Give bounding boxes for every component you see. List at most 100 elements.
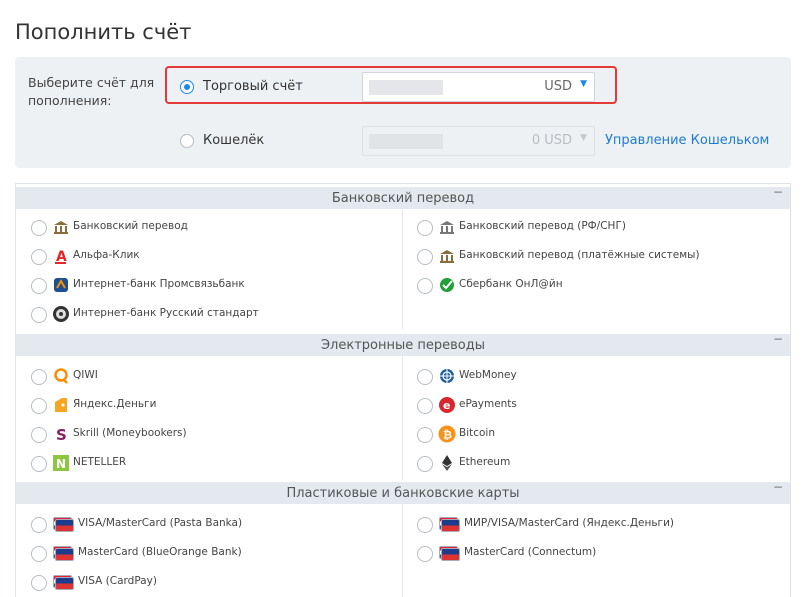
payment-method-bank-transfer-rf[interactable]: Банковский перевод (РФ/СНГ) [417,216,777,238]
group-header-bank-transfer[interactable]: Банковский перевод − [16,185,790,209]
psb-icon [54,278,68,292]
payment-radio[interactable] [31,546,47,562]
choose-account-label: Выберите счёт для пополнения: [28,75,155,108]
payment-method-qiwi[interactable]: QIWI [31,365,391,387]
payment-method-russian-standard[interactable]: Интернет-банк Русский стандарт [31,303,391,325]
column-divider [402,356,403,480]
payment-method-label: WebMoney [459,369,517,381]
group-title: Банковский перевод [331,191,475,206]
payment-radio[interactable] [31,220,47,236]
payment-radio[interactable] [417,249,433,265]
payment-method-psb[interactable]: Интернет-банк Промсвязьбанк [31,274,391,296]
payment-method-skrill[interactable]: S Skrill (Moneybookers) [31,423,391,445]
yandex-money-icon [55,398,67,412]
wallet-select: 0 USD ▼ [362,126,595,156]
payment-methods-panel: Банковский перевод − Банковский перевод … [15,183,791,597]
svg-text:S: S [56,426,67,443]
payment-method-label: Сбербанк ОнЛ@йн [459,278,563,290]
alfa-icon: А [55,249,67,265]
payment-method-label: VISA (CardPay) [78,575,157,587]
payment-method-bitcoin[interactable]: ₿ Bitcoin [417,423,777,445]
group-title: Электронные переводы [320,338,486,353]
collapse-icon[interactable]: − [773,480,783,494]
bank-icon [440,221,454,234]
payment-method-card-connectum[interactable]: MasterCard (Connectum) [417,542,777,564]
payment-method-neteller[interactable]: N NETELLER [31,452,391,474]
masked-account-number [369,80,443,95]
group-header-cards[interactable]: Пластиковые и банковские карты − [16,480,790,504]
payment-method-label: МИР/VISA/MasterCard (Яндекс.Деньги) [464,517,674,529]
collapse-icon[interactable]: − [773,185,783,199]
manage-wallet-link[interactable]: Управление Кошельком [605,133,769,148]
payment-radio[interactable] [31,398,47,414]
payment-method-bank-transfer[interactable]: Банковский перевод [31,216,391,238]
payment-method-label: QIWI [73,369,98,381]
column-divider [402,209,403,329]
bank-icon [440,250,454,263]
collapse-icon[interactable]: − [773,332,783,346]
payment-method-label: VISA/MasterCard (Pasta Banka) [78,517,243,529]
payment-method-label: MasterCard (BlueOrange Bank) [78,546,242,558]
wallet-radio[interactable] [180,134,194,148]
payment-method-card-yandex[interactable]: МИР/VISA/MasterCard (Яндекс.Деньги) [417,513,777,535]
payment-method-label: Skrill (Moneybookers) [73,427,187,439]
payment-radio[interactable] [31,307,47,323]
group-title: Пластиковые и банковские карты [286,486,520,501]
payment-method-label: Банковский перевод [73,220,188,232]
payment-method-label: NETELLER [73,456,127,468]
payment-method-ethereum[interactable]: Ethereum [417,452,777,474]
bank-icon [54,221,68,234]
payment-method-label: ePayments [459,398,517,410]
card-icon [55,519,74,532]
trading-account-label[interactable]: Торговый счёт [203,79,303,94]
payment-method-label: Bitcoin [459,427,496,439]
masked-wallet-number [369,134,443,149]
payment-radio[interactable] [417,456,433,472]
account-selection-panel: Выберите счёт для пополнения: Торговый с… [15,57,791,168]
payment-method-card-pasta[interactable]: VISA/MasterCard (Pasta Banka) [31,513,391,535]
payment-radio[interactable] [31,456,47,472]
payment-radio[interactable] [417,427,433,443]
svg-text:N: N [56,457,66,471]
trading-account-radio[interactable] [180,80,194,94]
payment-radio[interactable] [31,249,47,265]
skrill-icon: S [56,426,67,443]
payment-method-card-cardpay[interactable]: VISA (CardPay) [31,571,391,593]
payment-radio[interactable] [31,517,47,533]
payment-method-yandex-money[interactable]: Яндекс.Деньги [31,394,391,416]
payment-radio[interactable] [31,278,47,294]
payment-method-card-blueorange[interactable]: MasterCard (BlueOrange Bank) [31,542,391,564]
trading-currency: USD [544,79,572,94]
wallet-amount: 0 USD [531,133,572,148]
payment-radio[interactable] [417,220,433,236]
chevron-down-icon: ▼ [580,133,587,143]
epayments-icon: e [439,397,455,413]
payment-method-alfa-click[interactable]: А Альфа-Клик [31,245,391,267]
bitcoin-icon: ₿ [438,425,456,443]
payment-radio[interactable] [31,369,47,385]
card-icon [55,548,74,561]
page-title: Пополнить счёт [15,20,192,45]
payment-radio[interactable] [417,546,433,562]
payment-method-webmoney[interactable]: WebMoney [417,365,777,387]
russian-standard-icon [53,306,69,322]
payment-method-label: MasterCard (Connectum) [464,546,597,558]
wallet-label[interactable]: Кошелёк [203,133,264,148]
payment-radio[interactable] [31,427,47,443]
payment-method-epayments[interactable]: e ePayments [417,394,777,416]
payment-radio[interactable] [417,369,433,385]
neteller-icon: N [53,455,69,471]
payment-method-sberbank[interactable]: Сбербанк ОнЛ@йн [417,274,777,296]
sberbank-icon [440,278,454,292]
payment-radio[interactable] [417,278,433,294]
payment-method-bank-transfer-ps[interactable]: Банковский перевод (платёжные системы) [417,245,777,267]
payment-method-label: Ethereum [459,456,511,468]
svg-text:₿: ₿ [443,429,452,442]
ethereum-icon [442,455,452,471]
payment-radio[interactable] [417,517,433,533]
payment-radio[interactable] [417,398,433,414]
payment-radio[interactable] [31,575,47,591]
trading-account-select[interactable]: USD ▼ [362,72,595,102]
group-header-e-transfers[interactable]: Электронные переводы − [16,332,790,356]
card-icon [441,548,460,561]
